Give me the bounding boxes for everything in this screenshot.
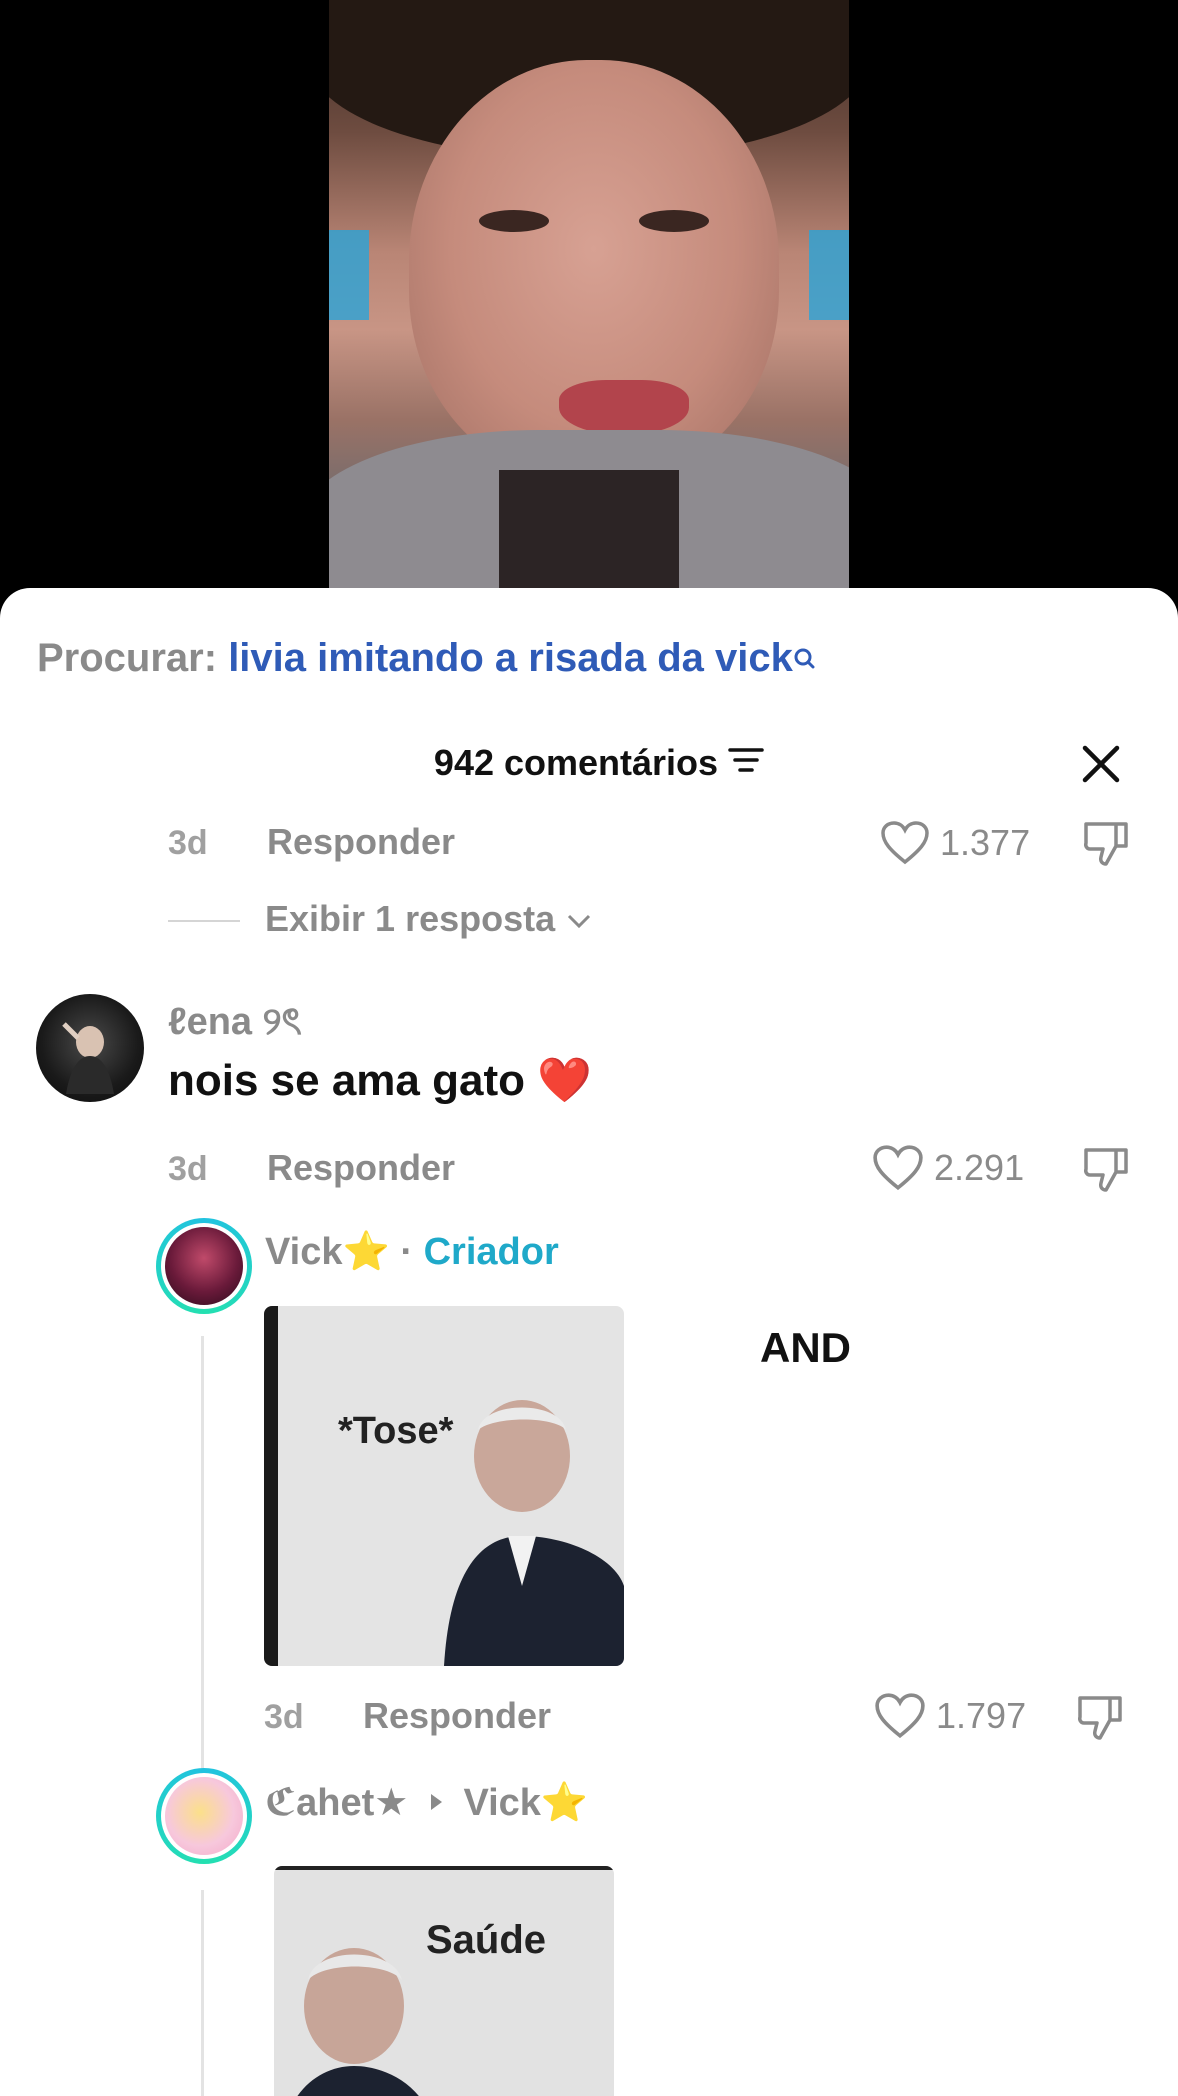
dislike-button[interactable] — [1078, 1142, 1134, 1198]
thumbs-down-icon — [1078, 1696, 1122, 1740]
sticker-image[interactable]: *Tose* — [264, 1306, 624, 1666]
reply-to-username: Vick⭐ — [463, 1782, 589, 1824]
like-count: 1.377 — [940, 822, 1031, 863]
comment-text: nois se ama gato ❤️ — [168, 1056, 593, 1105]
sticker-image[interactable]: Saúde — [274, 1866, 614, 2096]
sticker-edge — [264, 1306, 278, 1666]
search-term[interactable]: livia imitando a risada da vick — [228, 636, 793, 680]
comment-username[interactable]: ℓena ୨ৎ — [168, 992, 302, 1056]
comment-count: 942 comentários — [0, 742, 1178, 784]
comment-time: 3d — [168, 1150, 208, 1188]
sticker-edge — [274, 1866, 614, 1870]
video-mouth — [559, 380, 689, 435]
reply-username-label: Vick⭐ — [265, 1231, 390, 1273]
thread-line — [201, 1336, 204, 1830]
comment-count-label: 942 comentários — [433, 742, 719, 783]
close-button[interactable] — [1075, 738, 1127, 790]
avatar[interactable] — [156, 1218, 252, 1314]
comments-sheet: Procurar: livia imitando a risada da vic… — [0, 588, 1178, 2096]
reply-button[interactable]: Responder — [267, 1147, 455, 1189]
view-replies-button[interactable]: Exibir 1 resposta — [265, 898, 593, 940]
like-button[interactable]: 2.291 — [872, 1144, 1024, 1192]
reply-username[interactable]: ℭahet★ Vick⭐ — [265, 1780, 588, 1825]
reply-time: 3d — [264, 1698, 304, 1736]
dislike-button[interactable] — [1078, 816, 1134, 872]
like-button[interactable]: 1.377 — [880, 820, 1030, 866]
search-label: Procurar: — [37, 636, 218, 680]
sticker-person — [444, 1400, 624, 1666]
like-count: 1.797 — [936, 1695, 1027, 1736]
thread-line — [201, 1890, 204, 2096]
heart-icon — [881, 821, 929, 865]
reply-arrow-icon — [430, 1794, 442, 1810]
replies-divider — [168, 920, 240, 922]
heart-icon — [875, 1693, 925, 1739]
avatar[interactable] — [36, 994, 144, 1102]
video-frame — [329, 0, 849, 600]
separator: · — [400, 1231, 414, 1273]
reply-username-label: ℭahet★ — [265, 1782, 409, 1824]
video-light — [809, 230, 849, 320]
reply-button[interactable]: Responder — [267, 821, 455, 863]
video-face — [409, 60, 779, 480]
video-eye — [479, 210, 549, 232]
video-light — [329, 230, 369, 320]
close-icon — [1082, 745, 1120, 783]
search-suggestion[interactable]: Procurar: livia imitando a risada da vic… — [37, 636, 815, 681]
sort-filter-icon[interactable] — [728, 742, 764, 784]
reply-text: AND — [760, 1324, 851, 1371]
sticker-caption: *Tose* — [338, 1410, 454, 1452]
chevron-down-icon — [568, 914, 591, 929]
comments-header: 942 comentários — [0, 738, 1178, 798]
video-eye — [639, 210, 709, 232]
comment-time: 3d — [168, 824, 208, 862]
heart-icon — [873, 1145, 923, 1191]
creator-badge: Criador — [423, 1231, 559, 1273]
avatar[interactable] — [156, 1768, 252, 1864]
search-icon — [793, 638, 815, 669]
video-shirt — [499, 470, 679, 600]
thumbs-down-icon — [1084, 1148, 1128, 1192]
reply-username[interactable]: Vick⭐ · Criador — [265, 1230, 559, 1274]
view-replies-label: Exibir 1 resposta — [265, 898, 556, 939]
dislike-button[interactable] — [1072, 1690, 1128, 1746]
reply-button[interactable]: Responder — [363, 1695, 551, 1737]
thumbs-down-icon — [1084, 822, 1128, 866]
video-player[interactable] — [0, 0, 1178, 620]
sticker-person — [297, 1948, 419, 2096]
like-count: 2.291 — [934, 1147, 1025, 1188]
like-button[interactable]: 1.797 — [874, 1692, 1026, 1740]
